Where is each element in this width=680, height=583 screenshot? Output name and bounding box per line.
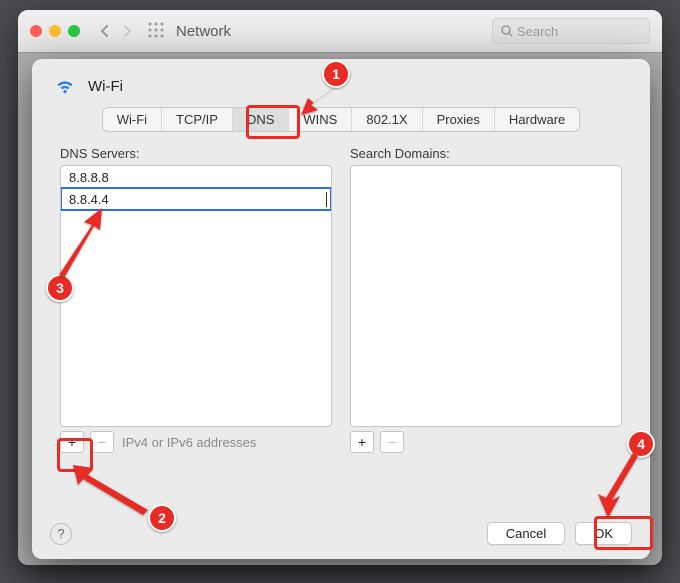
plus-icon: + [358,435,366,449]
dns-add-button[interactable]: + [60,431,84,453]
dns-row-editing[interactable]: 8.8.4.4 [61,188,331,210]
domain-add-button[interactable]: + [350,431,374,453]
search-domains-heading: Search Domains: [350,146,622,161]
plus-icon: + [68,435,76,449]
tab-8021x[interactable]: 802.1X [352,108,422,131]
dns-servers-column: DNS Servers: 8.8.8.8 8.8.4.4 + − IPv4 or… [60,146,332,453]
tab-wifi[interactable]: Wi-Fi [103,108,162,131]
dns-hint: IPv4 or IPv6 addresses [122,435,256,450]
close-button[interactable] [30,25,42,37]
cancel-button[interactable]: Cancel [487,522,565,545]
back-button[interactable] [96,22,114,40]
dns-row[interactable]: 8.8.8.8 [61,166,331,188]
search-placeholder: Search [517,24,558,39]
traffic-lights [30,25,80,37]
wifi-icon [54,75,76,97]
tab-wins[interactable]: WINS [289,108,352,131]
ok-button[interactable]: OK [575,522,632,545]
domain-remove-button[interactable]: − [380,431,404,453]
search-domains-column: Search Domains: + − [350,146,622,453]
tab-tcpip[interactable]: TCP/IP [162,108,233,131]
minimize-button[interactable] [49,25,61,37]
tab-hardware[interactable]: Hardware [495,108,579,131]
forward-button[interactable] [118,22,136,40]
search-icon [501,25,513,37]
dns-servers-list[interactable]: 8.8.8.8 8.8.4.4 [60,165,332,427]
minus-icon: − [388,435,396,449]
zoom-button[interactable] [68,25,80,37]
tab-dns[interactable]: DNS [233,108,289,131]
sheet-title: Wi-Fi [88,78,123,95]
window-title: Network [176,23,231,40]
dns-servers-heading: DNS Servers: [60,146,332,161]
grid-icon[interactable] [148,22,164,41]
tabbar: Wi-Fi TCP/IP DNS WINS 802.1X Proxies Har… [102,107,581,132]
wifi-advanced-sheet: Wi-Fi Wi-Fi TCP/IP DNS WINS 802.1X Proxi… [32,59,650,559]
titlebar: Network Search [18,10,662,53]
search-field[interactable]: Search [492,18,650,44]
help-button[interactable]: ? [50,523,72,545]
search-domains-list[interactable] [350,165,622,427]
minus-icon: − [98,435,106,449]
tab-proxies[interactable]: Proxies [423,108,495,131]
dns-remove-button[interactable]: − [90,431,114,453]
